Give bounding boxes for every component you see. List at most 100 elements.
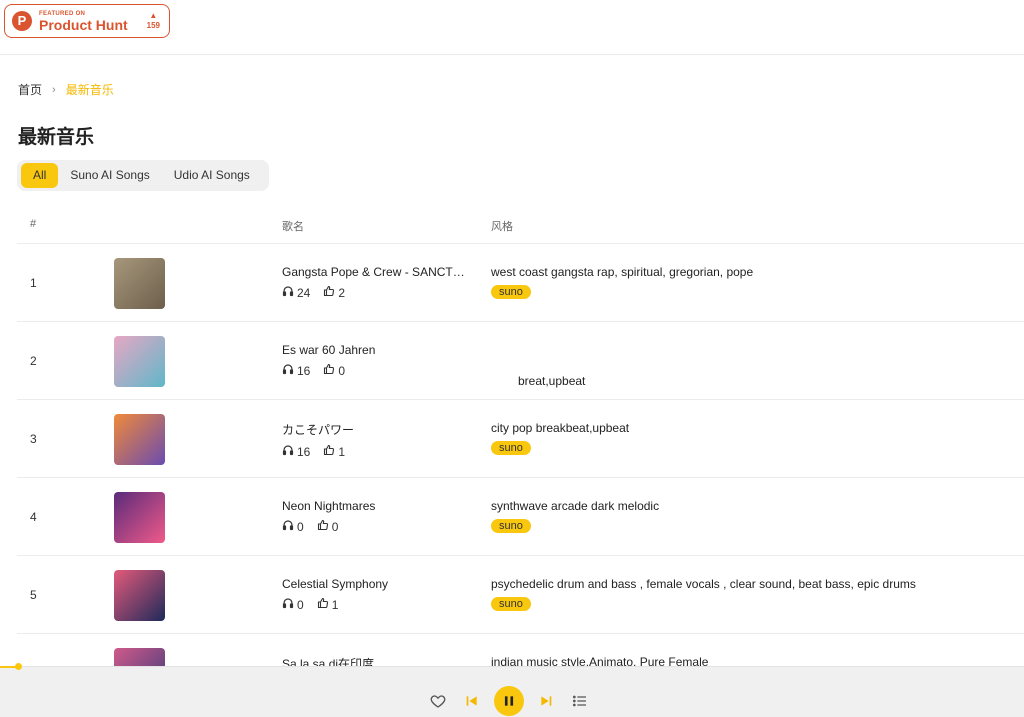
top-bar: P FEATURED ON Product Hunt ▲ 159 [0, 0, 1024, 55]
category-tabs: All Suno AI Songs Udio AI Songs [17, 160, 269, 191]
headphones-icon [282, 444, 297, 459]
row-number: 2 [30, 354, 37, 368]
like-count[interactable]: 1 [323, 444, 345, 459]
play-count-value: 0 [297, 519, 304, 534]
source-badge: suno [491, 597, 531, 611]
like-count[interactable]: 2 [323, 285, 345, 300]
like-count[interactable]: 1 [317, 597, 339, 612]
style-tags: psychedelic drum and bass , female vocal… [491, 577, 916, 591]
like-count-value: 0 [331, 519, 339, 534]
player-controls [430, 686, 588, 716]
headphones-icon [282, 519, 297, 534]
play-count-value: 24 [297, 285, 311, 300]
play-count-value: 0 [297, 597, 304, 612]
song-style: synthwave arcade dark melodic suno [491, 499, 659, 534]
headphones-icon [282, 363, 297, 378]
tab-udio-ai-songs[interactable]: Udio AI Songs [162, 163, 262, 188]
like-count-value: 2 [338, 285, 346, 300]
play-count: 0 [282, 597, 304, 612]
song-info: Celestial Symphony 0 1 [282, 577, 388, 612]
table-row[interactable]: 1 Gangsta Pope & Crew - SANCTE... 24 2 west … [17, 244, 1024, 322]
song-cover[interactable] [114, 258, 165, 309]
chevron-right-icon: › [52, 83, 56, 96]
row-number: 1 [30, 276, 37, 290]
progress-bar[interactable] [0, 663, 1024, 670]
product-hunt-text: FEATURED ON Product Hunt [39, 10, 128, 33]
style-tags: west coast gangsta rap, spiritual, grego… [491, 265, 754, 279]
product-hunt-votes: ▲ 159 [147, 11, 160, 31]
upvote-triangle-icon: ▲ [149, 11, 158, 20]
row-number: 4 [30, 510, 37, 524]
header-style: 风格 [491, 221, 513, 233]
table-row[interactable]: 3 カこそパワー 16 1 city pop breakbeat,upbeat suno [17, 400, 1024, 478]
like-count[interactable]: 0 [323, 363, 345, 378]
songs-table: # 歌名 风格 1 Gangsta Pope & Crew - SANCTE...… [17, 204, 1024, 712]
headphones-icon [282, 597, 297, 612]
source-badge: suno [491, 519, 531, 533]
breadcrumb-current: 最新音乐 [65, 83, 114, 97]
song-info: カこそパワー 16 1 [282, 421, 358, 459]
table-row[interactable]: 4 Neon Nightmares 0 0 synthwave arcade dark … [17, 478, 1024, 556]
song-info: Es war 60 Jahren 16 0 [282, 343, 375, 378]
song-style: breat,upbeat [491, 343, 585, 388]
page-title: 最新音乐 [18, 127, 95, 148]
like-count-value: 0 [338, 363, 346, 378]
skip-previous-icon[interactable] [464, 693, 480, 709]
product-hunt-badge[interactable]: P FEATURED ON Product Hunt ▲ 159 [4, 4, 170, 38]
headphones-icon [282, 285, 297, 300]
like-count-value: 1 [331, 597, 339, 612]
song-style: city pop breakbeat,upbeat suno [491, 421, 629, 456]
song-cover[interactable] [114, 414, 165, 465]
source-badge: suno [491, 441, 531, 455]
product-hunt-name: Product Hunt [39, 16, 128, 33]
song-title[interactable]: Celestial Symphony [282, 577, 388, 591]
song-title[interactable]: カこそパワー [282, 421, 358, 438]
thumbs-up-icon [323, 285, 338, 300]
like-count[interactable]: 0 [317, 519, 339, 534]
song-info: Neon Nightmares 0 0 [282, 499, 375, 534]
play-count: 0 [282, 519, 304, 534]
song-info: Gangsta Pope & Crew - SANCTE... 24 2 [282, 265, 467, 300]
song-cover[interactable] [114, 336, 165, 387]
pause-icon[interactable] [494, 686, 524, 716]
progress-thumb[interactable] [15, 663, 22, 670]
song-stats: 01 [282, 597, 388, 612]
vote-count: 159 [146, 21, 160, 30]
row-number: 3 [30, 432, 37, 446]
song-title[interactable]: Es war 60 Jahren [282, 343, 375, 357]
like-count-value: 1 [338, 444, 346, 459]
play-count-value: 16 [297, 444, 311, 459]
table-row[interactable]: 2 Es war 60 Jahren 16 0 breat,upbeat [17, 322, 1024, 400]
song-title[interactable]: Neon Nightmares [282, 499, 375, 513]
skip-next-icon[interactable] [538, 693, 554, 709]
style-tags: city pop breakbeat,upbeat [491, 421, 630, 435]
table-row[interactable]: 5 Celestial Symphony 0 1 psychedelic drum an… [17, 556, 1024, 634]
song-stats: 24 2 [282, 285, 467, 300]
song-title[interactable]: Gangsta Pope & Crew - SANCTE... [282, 265, 467, 279]
breadcrumb: 首页 › 最新音乐 [18, 81, 114, 98]
play-count: 16 [282, 363, 310, 378]
music-player [0, 663, 1024, 717]
play-count: 16 [282, 444, 310, 459]
breadcrumb-home[interactable]: 首页 [18, 81, 42, 98]
play-count-value: 16 [297, 363, 311, 378]
song-cover[interactable] [114, 492, 165, 543]
style-tags: synthwave arcade dark melodic [491, 499, 660, 513]
song-stats: 16 1 [282, 444, 358, 459]
thumbs-up-icon [323, 444, 338, 459]
thumbs-up-icon [323, 363, 338, 378]
style-tags: breat,upbeat [518, 374, 586, 388]
song-stats: 16 0 [282, 363, 375, 378]
header-number: # [30, 218, 37, 230]
thumbs-up-icon [317, 519, 332, 534]
tab-suno-ai-songs[interactable]: Suno AI Songs [58, 163, 161, 188]
song-cover[interactable] [114, 570, 165, 621]
heart-icon[interactable] [430, 693, 446, 709]
tab-all[interactable]: All [21, 163, 59, 188]
row-number: 5 [30, 588, 37, 602]
table-body: 1 Gangsta Pope & Crew - SANCTE... 24 2 west … [17, 244, 1024, 712]
table-header: # 歌名 风格 [17, 204, 1024, 244]
playlist-icon[interactable] [572, 693, 588, 709]
song-style: psychedelic drum and bass , female vocal… [491, 577, 916, 612]
song-stats: 00 [282, 519, 375, 534]
